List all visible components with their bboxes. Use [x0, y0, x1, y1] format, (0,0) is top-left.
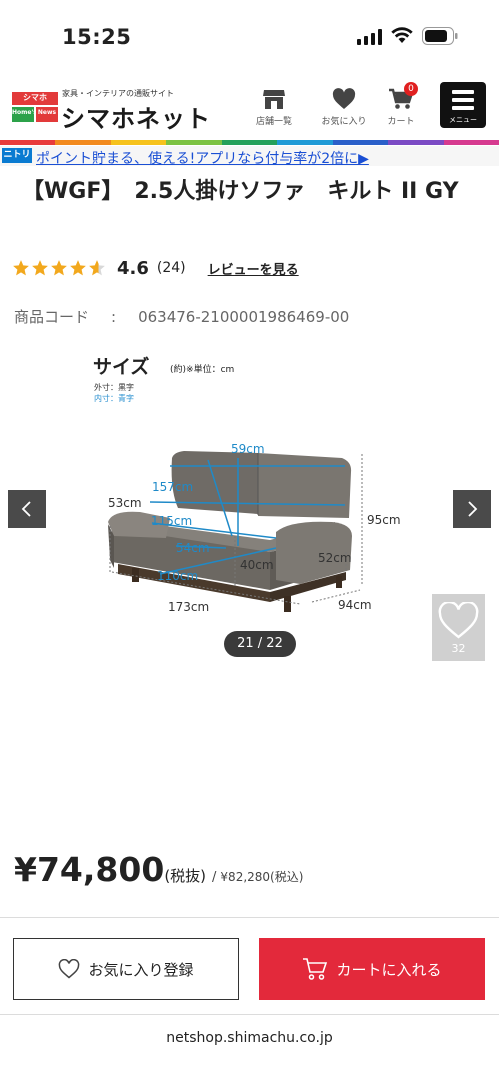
promo-link[interactable]: ポイント貯まる、使える!アプリなら付与率が2倍に▶	[36, 148, 369, 168]
price-main: ¥74,800	[14, 850, 165, 889]
status-time: 15:25	[62, 25, 132, 49]
chevron-right-icon	[468, 501, 478, 517]
price-block: ¥74,800(税抜) / ¥82,280(税込)	[14, 850, 303, 889]
star-icon	[32, 260, 48, 276]
favorite-toggle[interactable]: 32	[432, 594, 485, 661]
site-header: シマホ Home's News 家具・インテリアの通販サイト シマホネット 店舗…	[0, 76, 499, 140]
star-icon	[51, 260, 67, 276]
product-rating: 4.6 (24) レビューを見る	[12, 256, 299, 280]
heart-outline-icon	[59, 959, 80, 979]
heart-outline-icon	[438, 602, 479, 639]
dim-width-inner: 157cm	[152, 480, 194, 494]
divider-top	[0, 917, 499, 918]
rainbow-stripe	[0, 140, 499, 145]
dim-seat-height: 40cm	[240, 558, 274, 572]
chevron-left-icon	[21, 501, 31, 517]
add-to-favorites-button[interactable]: お気に入り登録	[13, 938, 239, 1000]
browser-url[interactable]: netshop.shimachu.co.jp	[0, 1030, 499, 1046]
dim-seat-width: 115cm	[151, 514, 193, 528]
star-icon	[13, 260, 29, 276]
nav-store-list[interactable]: 店舗一覧	[246, 88, 302, 127]
favorite-count: 32	[451, 642, 466, 655]
carousel-pager: 21 / 22	[224, 631, 296, 657]
heart-icon	[332, 88, 356, 109]
add-to-cart-button[interactable]: カートに入れる	[259, 938, 485, 1000]
cart-count-badge: 0	[404, 82, 418, 96]
dim-seat-depth: 54cm	[176, 541, 210, 555]
menu-label: メニュー	[449, 116, 477, 124]
rating-score: 4.6	[117, 257, 149, 279]
dim-total-height: 95cm	[367, 513, 401, 527]
nav-favorites[interactable]: お気に入り	[316, 88, 372, 127]
wifi-icon	[391, 27, 413, 43]
nav-cart[interactable]: 0 カート	[373, 82, 429, 127]
price-tax-excluded-label: (税抜)	[164, 867, 207, 885]
status-bar: 15:25	[0, 0, 499, 72]
divider-bottom	[0, 1014, 499, 1015]
price-separator: /	[212, 870, 217, 885]
logo-block-news: News	[36, 107, 58, 122]
add-to-favorites-label: お気に入り登録	[88, 960, 194, 979]
dim-arm-height: 53cm	[108, 496, 142, 510]
signal-icon	[357, 29, 382, 45]
logo-blocks: シマホ Home's News	[12, 92, 58, 126]
cart-icon	[303, 958, 328, 980]
rating-count: (24)	[156, 260, 186, 276]
price-tax-included: ¥82,280(税込)	[220, 870, 304, 884]
product-title: 【WGF】 2.5人掛けソファ キルト II GY	[22, 179, 459, 204]
carousel-prev-button[interactable]	[8, 490, 46, 528]
nav-cart-label: カート	[387, 117, 415, 127]
rating-stars	[12, 259, 107, 277]
logo-block-main: シマホ	[12, 92, 58, 105]
carousel-next-button[interactable]	[453, 490, 491, 528]
dim-arm-side-height: 52cm	[318, 551, 352, 565]
logo-tagline: 家具・インテリアの通販サイト	[62, 89, 174, 98]
nav-store-label: 店舗一覧	[255, 117, 292, 127]
product-code-separator: :	[111, 308, 117, 326]
sofa-image	[108, 451, 363, 612]
star-icon	[89, 260, 105, 276]
star-icon	[70, 260, 86, 276]
battery-icon	[422, 27, 458, 45]
product-code-label: 商品コード	[14, 308, 90, 326]
hamburger-icon	[452, 90, 474, 114]
logo-block-homes: Home's	[12, 107, 37, 122]
promo-banner[interactable]: ニトリ ポイント貯まる、使える!アプリなら付与率が2倍に▶	[0, 146, 499, 168]
product-image-carousel[interactable]: サイズ (約)※単位：cm 外寸：黒字 内寸：青字 59cm 53cm 157c…	[0, 340, 499, 657]
store-icon	[263, 90, 285, 109]
dim-depth-inner: 59cm	[231, 442, 265, 456]
logo-name: シマホネット	[61, 105, 211, 133]
dim-base-inner: 110cm	[157, 569, 199, 583]
add-to-cart-label: カートに入れる	[336, 960, 442, 979]
dim-total-depth: 94cm	[338, 598, 372, 612]
site-logo[interactable]: シマホ Home's News 家具・インテリアの通販サイト シマホネット	[12, 86, 210, 133]
promo-badge: ニトリ	[2, 148, 32, 163]
nav-favorites-label: お気に入り	[321, 117, 367, 127]
product-code: 商品コード: 063476-2100001986469-00	[14, 306, 349, 327]
dim-total-width: 173cm	[168, 600, 210, 614]
product-code-value: 063476-2100001986469-00	[138, 308, 350, 326]
review-link[interactable]: レビューを見る	[208, 259, 299, 278]
menu-button[interactable]: メニュー	[440, 82, 486, 128]
